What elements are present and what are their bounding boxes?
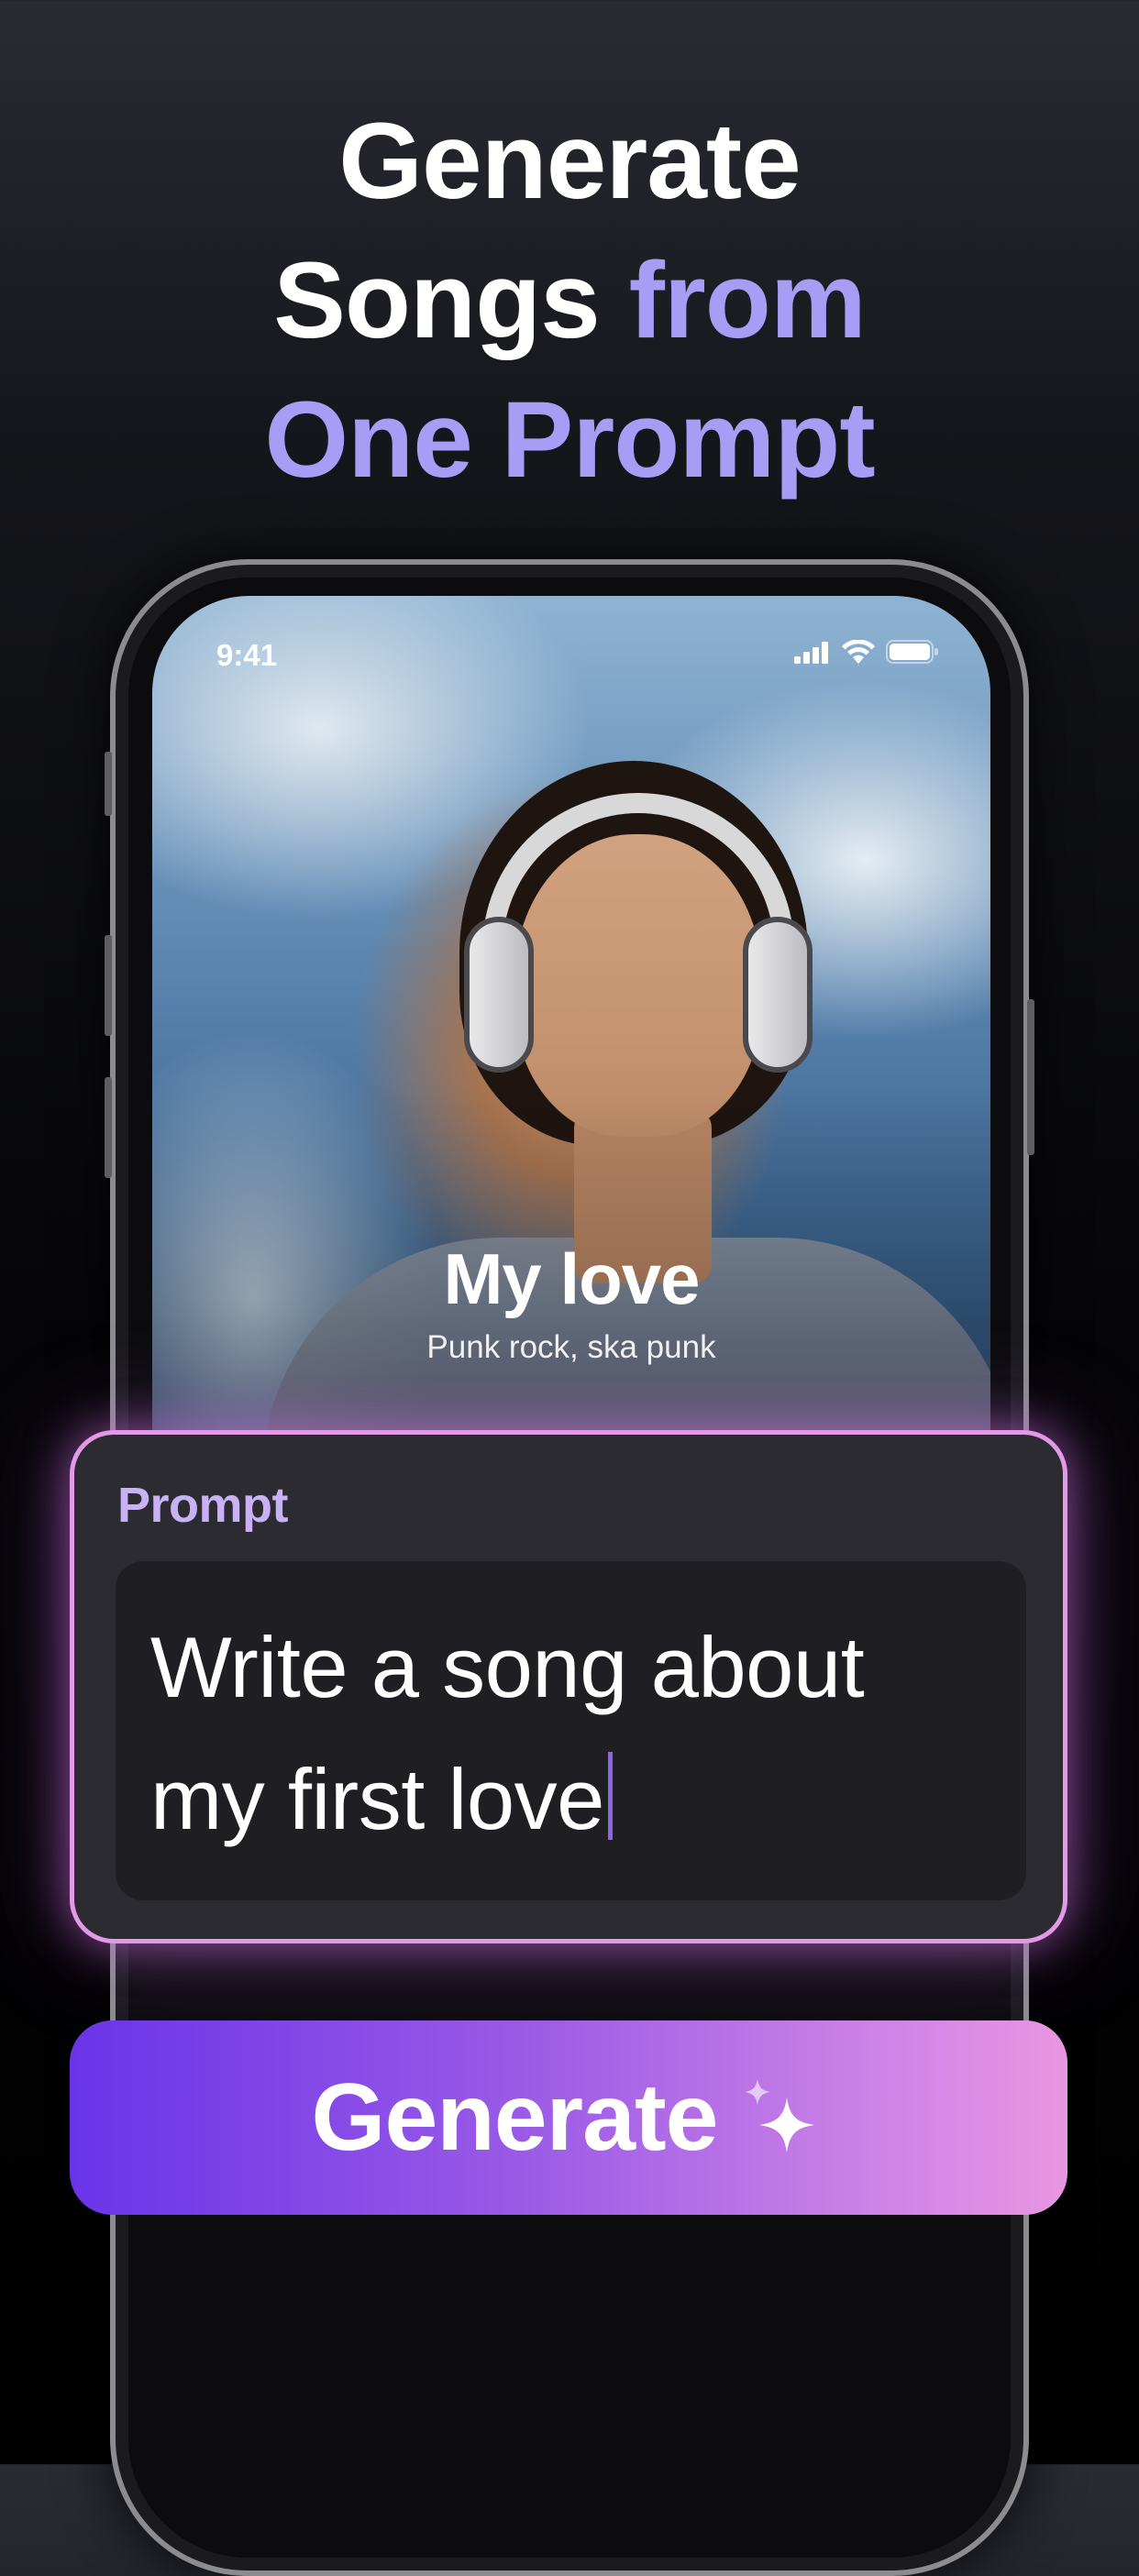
sparkles-icon (745, 2079, 815, 2152)
prompt-card: Prompt Write a song about my first love (70, 1430, 1067, 1943)
generate-button-label: Generate (311, 2064, 719, 2171)
battery-icon (886, 640, 938, 664)
status-time: 9:41 (216, 638, 278, 672)
headline: Generate Songs from One Prompt (0, 92, 1139, 510)
cellular-signal-icon (794, 642, 828, 664)
wifi-icon (842, 640, 875, 664)
headline-line-2: Songs (273, 240, 629, 361)
text-caret (607, 1752, 613, 1840)
phone-silent-switch (105, 752, 112, 816)
headline-line-3: One Prompt (264, 380, 875, 501)
headline-line-1: Generate (338, 101, 802, 222)
status-icons (794, 640, 939, 664)
prompt-label: Prompt (117, 1478, 289, 1533)
phone-power-button (1027, 999, 1034, 1155)
generate-button[interactable]: Generate (70, 2020, 1067, 2215)
song-cover-screen: 9:41 My love Punk rock, ska punk (152, 596, 990, 1476)
song-genre: Punk rock, ska punk (426, 1329, 716, 1365)
prompt-input[interactable]: Write a song about my first love (116, 1561, 1026, 1900)
headline-accent-from: from (628, 240, 867, 361)
phone-volume-up (105, 935, 112, 1036)
phone-volume-down (105, 1077, 112, 1178)
song-title: My love (443, 1238, 700, 1319)
prompt-input-text: Write a song about my first love (150, 1619, 865, 1847)
